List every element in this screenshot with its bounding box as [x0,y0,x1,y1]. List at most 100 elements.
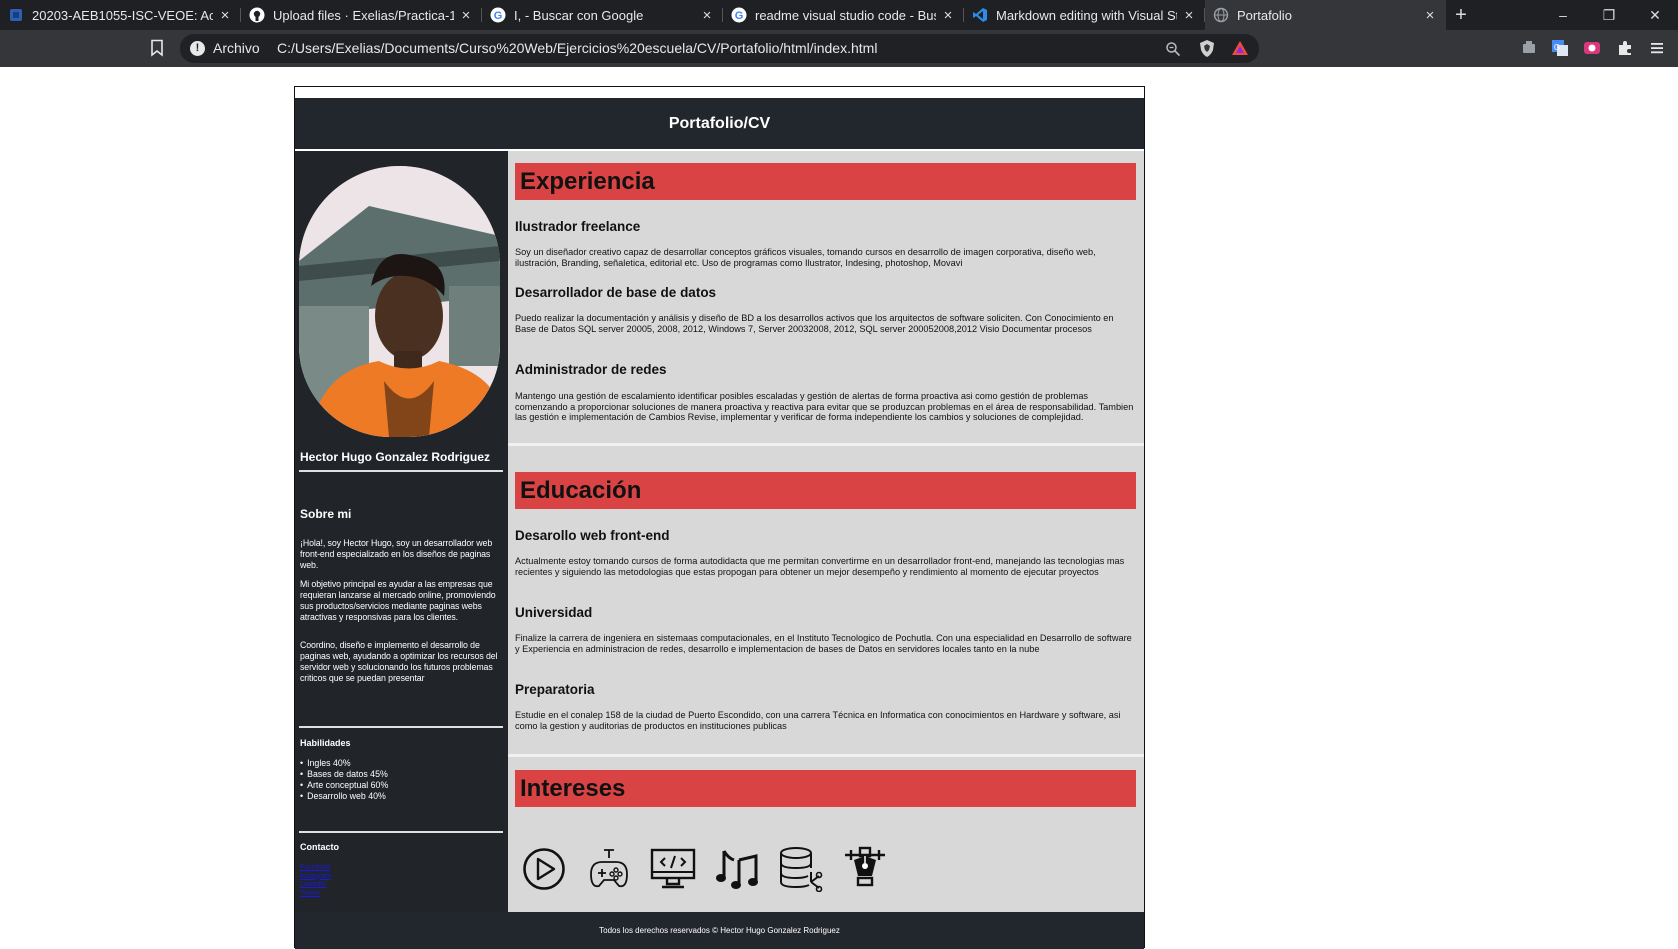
svg-text:G: G [1554,43,1560,52]
translate-icon[interactable]: G [1551,39,1569,57]
page-footer: Todos los derechos reservados © Hector H… [295,912,1144,949]
close-icon[interactable]: × [458,7,474,24]
brave-rewards-icon[interactable] [1231,40,1249,56]
tab-title: Upload files · Exelias/Practica-1-CV [273,7,454,23]
skill-item: Arte conceptual 60% [300,780,388,791]
experience-item-desc: Soy un diseñador creativo capaz de desar… [515,247,1096,268]
puzzle-icon[interactable] [1616,39,1634,57]
close-icon[interactable]: × [940,7,956,24]
tab-title: I, - Buscar con Google [514,7,644,23]
browser-chrome: 20203-AEB1055-ISC-VEOE: Actividad × Uplo… [0,0,1678,67]
contact-link-facebook[interactable]: Facebook [300,864,331,873]
experience-item-desc: Puedo realizar la documentación y anális… [515,313,1114,334]
education-item-desc: Finalize la carrera de ingeniera en sist… [515,633,1132,654]
interests-heading: Intereses [515,770,1136,807]
skill-item: Bases de datos 45% [300,769,388,780]
education-item-title: Preparatoria [515,682,595,697]
skill-item: Ingles 40% [300,758,388,769]
address-bar[interactable]: ! Archivo C:/Users/Exelias/Documents/Cur… [180,34,1259,63]
tab-google-search[interactable]: G I, - Buscar con Google × [482,0,723,30]
contact-link-linkedin[interactable]: LinkedIn [300,881,331,890]
education-item-desc: Actualmente estoy tomando cursos de form… [515,556,1125,577]
extension-icon[interactable] [1520,39,1538,57]
skills-list: Ingles 40% Bases de datos 45% Arte conce… [300,758,388,802]
education-heading: Educación [515,472,1136,509]
sidebar: Hector Hugo Gonzalez Rodriguez Sobre mi … [295,151,508,912]
main-content: Experiencia Ilustrador freelance Soy un … [508,151,1144,912]
contact-link-twitter[interactable]: Twitter [300,890,331,899]
svg-text:G: G [494,10,503,22]
experience-heading: Experiencia [515,163,1136,200]
contact-heading: Contacto [300,842,339,852]
tab-google-readme[interactable]: G readme visual studio code - Buscar × [723,0,964,30]
play-icon [522,845,586,893]
tab-portafolio[interactable]: Portafolio × [1205,0,1446,30]
restore-button[interactable]: ❐ [1586,0,1632,30]
tab-github[interactable]: Upload files · Exelias/Practica-1-CV × [241,0,482,30]
svg-text:G: G [735,10,744,22]
experience-item-desc: Mantengo una gestión de escalamiento ide… [515,391,1134,422]
database-icon [778,845,842,893]
section-separator [508,754,1144,757]
globe-icon [1213,7,1229,23]
zoom-icon[interactable] [1165,41,1181,57]
brave-shield-icon[interactable] [1198,39,1216,58]
code-monitor-icon [650,845,714,893]
contact-list: Facebook Instagram LinkedIn Twitter [300,864,331,898]
close-icon[interactable]: × [217,7,233,24]
screen-recorder-icon[interactable] [1583,39,1601,57]
tab-vscode-markdown[interactable]: Markdown editing with Visual Studio × [964,0,1205,30]
interests-icons [522,845,906,893]
experience-item-title: Ilustrador freelance [515,219,641,234]
tab-strip: 20203-AEB1055-ISC-VEOE: Actividad × Uplo… [0,0,1678,30]
tab-title: readme visual studio code - Buscar [755,7,936,23]
gamepad-icon [586,845,650,893]
tab-title: Markdown editing with Visual Studio [996,7,1177,23]
about-heading: Sobre mi [300,507,352,521]
google-icon: G [731,7,747,23]
vscode-icon [972,7,988,23]
github-icon [249,7,265,23]
page-title: Portafolio/CV [668,114,771,132]
experience-item-title: Desarrollador de base de datos [515,285,717,300]
about-paragraph: Coordino, diseño e implemento el desarro… [300,640,498,683]
close-icon[interactable]: × [1181,7,1197,24]
profile-photo [299,166,500,437]
music-icon [714,845,778,893]
new-tab-button[interactable]: + [1446,0,1476,30]
bookmark-icon[interactable] [149,39,165,57]
profile-name: Hector Hugo Gonzalez Rodriguez [300,450,491,464]
close-window-button[interactable]: ✕ [1632,0,1678,30]
tab-moodle[interactable]: 20203-AEB1055-ISC-VEOE: Actividad × [0,0,241,30]
close-icon[interactable]: × [1422,7,1438,24]
education-item-title: Desarollo web front-end [515,528,670,543]
divider [299,726,503,728]
moodle-icon [8,7,24,23]
section-separator [508,443,1144,446]
url-text[interactable]: C:/Users/Exelias/Documents/Curso%20Web/E… [277,40,877,56]
minimize-button[interactable]: – [1540,0,1586,30]
page-header: Portafolio/CV [295,98,1144,149]
skill-item: Desarrollo web 40% [300,791,388,802]
about-paragraph: ¡Hola!, soy Hector Hugo, soy un desarrol… [300,538,493,570]
contact-link-instagram[interactable]: Instagram [300,873,331,882]
footer-text: Todos los derechos reservados © Hector H… [599,926,840,935]
about-paragraph: Mi objetivo principal es ayudar a las em… [300,579,496,622]
google-icon: G [490,7,506,23]
scheme-label: Archivo [213,40,260,56]
info-icon[interactable]: ! [190,41,205,56]
skills-heading: Habilidades [300,738,351,748]
browser-toolbar: ! Archivo C:/Users/Exelias/Documents/Cur… [0,30,1678,67]
experience-item-title: Administrador de redes [515,362,667,377]
divider [299,470,503,472]
education-item-title: Universidad [515,605,593,620]
window-controls: – ❐ ✕ [1540,0,1678,30]
portfolio-page: Portafolio/CV Hector Hugo Gonzalez Rodri… [294,86,1145,949]
close-icon[interactable]: × [699,7,715,24]
divider [299,831,503,833]
design-pen-icon [842,845,906,893]
tab-title: Portafolio [1237,7,1292,23]
menu-icon[interactable] [1648,39,1666,57]
tab-title: 20203-AEB1055-ISC-VEOE: Actividad [32,7,213,23]
education-item-desc: Estudie en el conalep 158 de la ciudad d… [515,710,1121,731]
